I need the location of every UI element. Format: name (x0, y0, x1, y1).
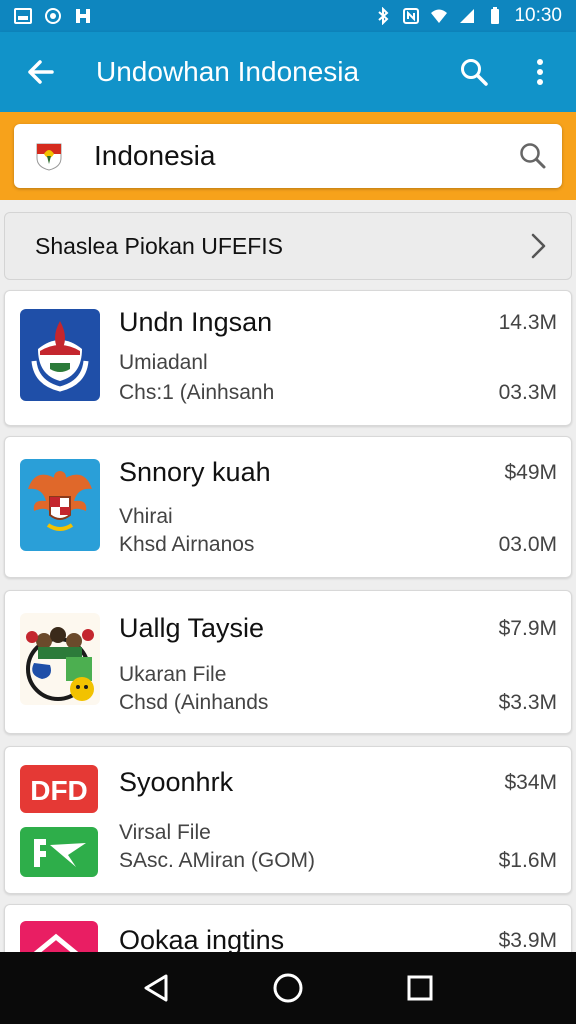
search-query: Indonesia (94, 140, 216, 171)
section-label: Shaslea Piokan UFEFIS (35, 232, 284, 259)
item-detail: SAsc. AMiran (GOM) (119, 849, 316, 872)
list-item[interactable]: Uallg Taysie Ukaran File Chsd (Ainhands … (4, 590, 572, 734)
search-input[interactable]: Indonesia (14, 124, 562, 188)
back-button[interactable] (20, 52, 60, 92)
section-header[interactable]: Shaslea Piokan UFEFIS (4, 212, 572, 280)
svg-text:DFD: DFD (30, 775, 88, 806)
item-size: $49M (504, 461, 557, 484)
item-size: $34M (504, 771, 557, 794)
status-time: 10:30 (514, 5, 562, 26)
search-icon[interactable] (518, 141, 548, 171)
app-notification-icon (76, 9, 90, 23)
item-title: Snnory kuah (119, 457, 271, 487)
nfc-icon (403, 8, 420, 24)
item-size-secondary: 03.3M (498, 381, 557, 404)
garuda-icon (20, 459, 100, 551)
triangle-back-icon (144, 974, 168, 1002)
item-title: Uallg Taysie (119, 613, 265, 643)
item-size: $7.9M (498, 617, 557, 640)
item-title: Undn Ingsan (119, 307, 273, 337)
cartoon-icon (20, 613, 100, 705)
image-notification-icon (14, 8, 32, 24)
dfd-icon: DFD (20, 765, 98, 877)
item-size-secondary: $3.3M (498, 691, 557, 714)
item-subtitle: Vhirai (119, 505, 173, 528)
circle-home-icon (273, 973, 303, 1003)
signal-icon (460, 9, 475, 23)
back-arrow-icon (28, 60, 54, 84)
item-size: 14.3M (498, 311, 557, 334)
chevron-right-icon (531, 233, 546, 259)
list-item[interactable]: Snnory kuah Vhirai Khsd Airnanos $49M 03… (4, 436, 572, 578)
item-subtitle: Ukaran File (119, 663, 227, 686)
more-vert-icon (537, 59, 543, 85)
nav-back-button[interactable] (132, 964, 180, 1012)
item-size: $3.9M (498, 929, 557, 952)
item-size-secondary: 03.0M (498, 533, 557, 556)
square-recents-icon (407, 975, 433, 1001)
search-band: Indonesia (0, 112, 576, 200)
item-subtitle: Umiadanl (119, 351, 208, 374)
overflow-menu-button[interactable] (520, 52, 560, 92)
search-icon (461, 59, 488, 86)
search-button[interactable] (454, 52, 494, 92)
item-detail: Chsd (Ainhands (119, 691, 269, 714)
wifi-icon (431, 9, 448, 23)
item-title: Syoonhrk (119, 767, 234, 797)
status-bar: 10:30 (0, 0, 576, 32)
list-item[interactable]: Undn Ingsan Umiadanl Chs:1 (Ainhsanh 14.… (4, 290, 572, 426)
flag-emblem-icon (20, 309, 100, 401)
item-detail: Chs:1 (Ainhsanh (119, 381, 275, 404)
page-title: Undowhan Indonesia (96, 56, 360, 87)
item-subtitle: Virsal File (119, 821, 211, 844)
record-notification-icon (45, 8, 61, 24)
app-bar: Undowhan Indonesia (0, 32, 576, 112)
battery-icon (491, 7, 500, 24)
nav-home-button[interactable] (264, 964, 312, 1012)
navigation-bar (0, 952, 576, 1024)
indonesia-emblem-icon (36, 143, 62, 171)
bluetooth-icon (378, 7, 389, 25)
list-item[interactable]: DFD Syoonhrk Virsal File SAsc. AMiran (G… (4, 746, 572, 894)
nav-recents-button[interactable] (396, 964, 444, 1012)
item-size-secondary: $1.6M (498, 849, 557, 872)
item-detail: Khsd Airnanos (119, 533, 255, 556)
